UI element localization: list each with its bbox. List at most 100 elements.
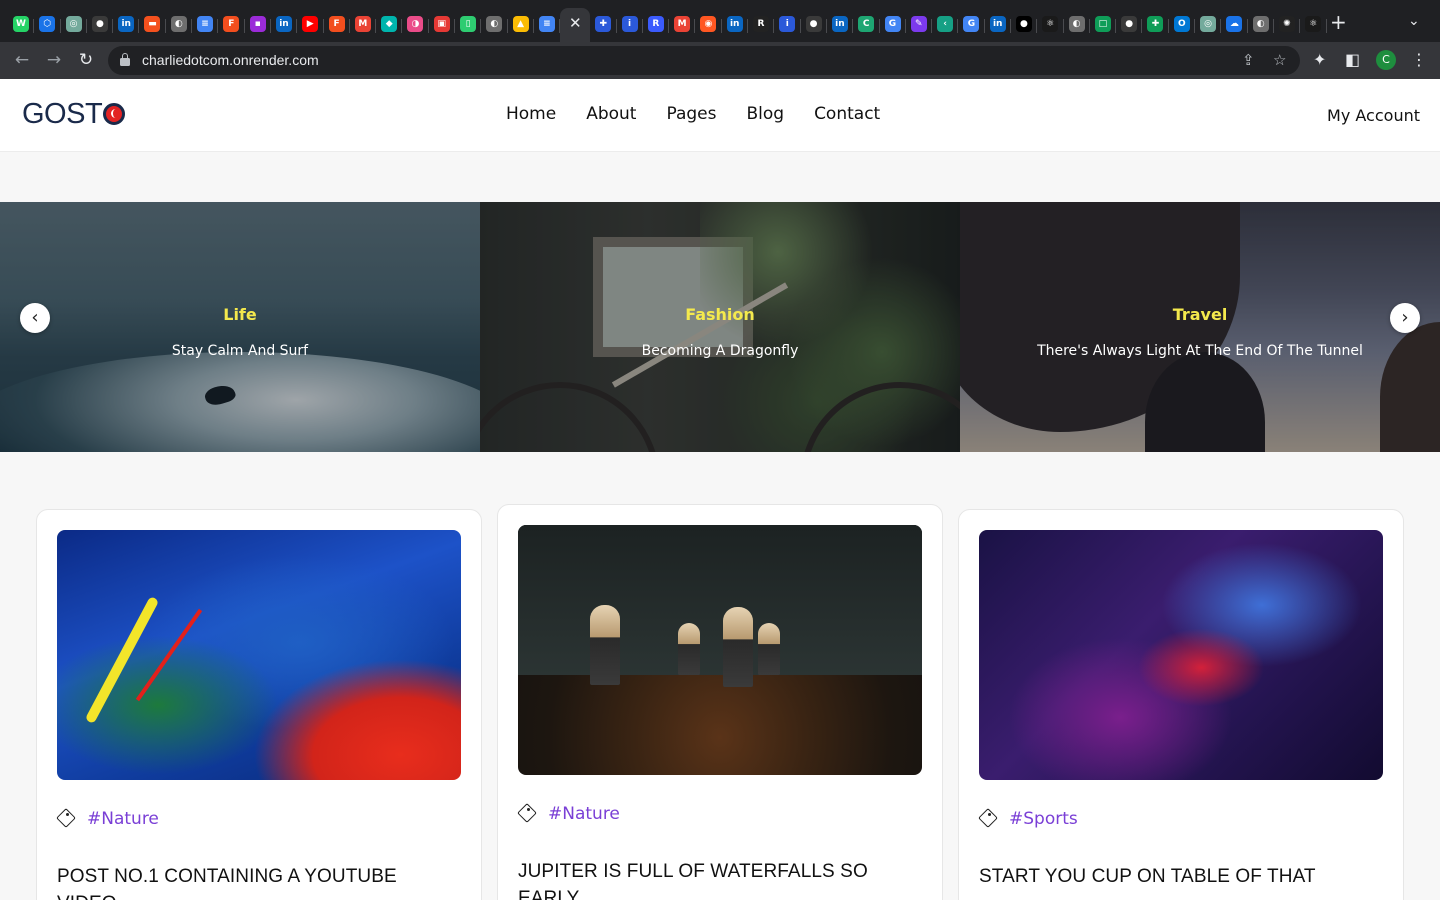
slide-fashion[interactable]: Fashion Becoming A Dragonfly xyxy=(480,202,960,452)
browser-tab[interactable]: ▪ xyxy=(245,8,271,42)
share-icon[interactable]: ⇪ xyxy=(1242,51,1255,69)
nav-pages[interactable]: Pages xyxy=(666,104,716,124)
slide-life[interactable]: Life Stay Calm And Surf xyxy=(0,202,480,452)
fluid-art-image[interactable] xyxy=(979,530,1383,780)
browser-tab[interactable]: ≡ xyxy=(192,8,219,42)
url-text[interactable]: charliedotcom.onrender.com xyxy=(142,52,319,68)
my-account-link[interactable]: My Account xyxy=(1327,106,1420,125)
browser-tab[interactable]: ◐ xyxy=(481,8,508,42)
browser-tab[interactable]: in xyxy=(827,8,854,42)
slide-title[interactable]: There's Always Light At The End Of The T… xyxy=(960,343,1440,359)
forward-icon[interactable]: → xyxy=(44,50,64,70)
slide-category[interactable]: Travel xyxy=(960,305,1440,324)
nav-home[interactable]: Home xyxy=(506,104,556,124)
new-tab-icon[interactable]: + xyxy=(1330,12,1347,32)
browser-tab[interactable]: ☁ xyxy=(1221,8,1248,42)
browser-tab[interactable]: ◉ xyxy=(695,8,722,42)
browser-tab[interactable]: ⚛ xyxy=(1300,8,1327,42)
post-tag[interactable]: #Nature xyxy=(87,809,159,829)
browser-tab[interactable]: C xyxy=(853,8,880,42)
browser-tab[interactable]: ◐ xyxy=(1248,8,1274,42)
close-icon[interactable]: ✕ xyxy=(567,15,583,31)
chevron-left-icon[interactable]: ‹ xyxy=(20,303,50,333)
slide-title[interactable]: Stay Calm And Surf xyxy=(0,343,480,359)
browser-tab[interactable]: R xyxy=(748,8,775,42)
browser-tab[interactable]: ▲ xyxy=(508,8,534,42)
browser-tab[interactable]: ✕ xyxy=(560,8,591,42)
browser-tab[interactable]: ▬ xyxy=(139,8,166,42)
post-title[interactable]: START YOU CUP ON TABLE OF THAT xyxy=(979,863,1379,890)
browser-tab[interactable]: M xyxy=(669,8,696,42)
browser-tab[interactable]: ▯ xyxy=(455,8,482,42)
browser-tab[interactable]: i xyxy=(617,8,643,42)
browser-tab[interactable]: in xyxy=(113,8,140,42)
post-tag[interactable]: #Sports xyxy=(1009,809,1078,829)
browser-tab[interactable]: ▶ xyxy=(297,8,324,42)
browser-tab[interactable]: ✚ xyxy=(590,8,617,42)
slide-category[interactable]: Life xyxy=(0,305,480,324)
browser-tab[interactable]: in xyxy=(985,8,1011,42)
back-icon[interactable]: ← xyxy=(12,50,32,70)
browser-tab[interactable]: in xyxy=(271,8,298,42)
browser-tab-strip: W ⬡ ◎ ● in ▬ ◐ ≡ F ▪ in ▶ F M ◆ ◑ ▣ ▯ ◐ ▲ ≡ ✕ ✚ i R M ◉ in Ri ● in C G ✎ ‹… xyxy=(0,0,1440,42)
address-bar[interactable]: charliedotcom.onrender.com ⇪ ☆ xyxy=(108,46,1300,75)
post-card[interactable]: #Nature JUPITER IS FULL OF WATERFALLS SO… xyxy=(497,504,943,900)
profile-avatar[interactable]: C xyxy=(1376,50,1396,70)
browser-tab[interactable]: □ xyxy=(1090,8,1117,42)
post-card[interactable]: #Nature POST NO.1 CONTAINING A YOUTUBE V… xyxy=(36,509,482,900)
browser-tab[interactable]: ⚛ xyxy=(1037,8,1064,42)
browser-tab[interactable]: ⬡ xyxy=(34,8,61,42)
slides-icon: ▬ xyxy=(144,16,161,32)
browser-tab[interactable]: ▣ xyxy=(429,8,456,42)
browser-tab[interactable]: ◐ xyxy=(166,8,193,42)
browser-tab[interactable]: ● xyxy=(1011,8,1038,42)
menu-kebab-icon[interactable]: ⋮ xyxy=(1411,50,1427,70)
browser-tab[interactable]: O xyxy=(1169,8,1196,42)
slide-category[interactable]: Fashion xyxy=(480,305,960,324)
browser-tab[interactable]: F xyxy=(218,8,245,42)
browser-tab[interactable]: M xyxy=(350,8,377,42)
browser-tab[interactable]: i xyxy=(774,8,801,42)
side-panel-icon[interactable]: ◧ xyxy=(1345,50,1360,70)
browser-tab[interactable]: ● xyxy=(87,8,114,42)
tab-search-icon[interactable]: ⌄ xyxy=(1408,13,1420,29)
nav-contact[interactable]: Contact xyxy=(814,104,880,124)
browser-tab[interactable]: W xyxy=(8,8,35,42)
post-title[interactable]: JUPITER IS FULL OF WATERFALLS SO EARLY xyxy=(518,858,918,900)
browser-tab[interactable]: ● xyxy=(1116,8,1143,42)
browser-tab[interactable]: in xyxy=(722,8,749,42)
browser-tab[interactable]: ● xyxy=(801,8,827,42)
bookmark-star-icon[interactable]: ☆ xyxy=(1273,51,1286,69)
museum-gallery-image[interactable] xyxy=(518,525,922,775)
post-title[interactable]: POST NO.1 CONTAINING A YOUTUBE VIDEO xyxy=(57,863,457,900)
browser-tab[interactable]: ◆ xyxy=(376,8,403,42)
browser-tab[interactable]: ✺ xyxy=(1274,8,1301,42)
site-logo[interactable]: GOST xyxy=(22,97,126,131)
browser-tab[interactable]: R xyxy=(643,8,670,42)
browser-tab[interactable]: ◐ xyxy=(1064,8,1090,42)
linkedin-icon: in xyxy=(275,16,292,32)
post-tag[interactable]: #Nature xyxy=(548,804,620,824)
browser-tab[interactable]: F xyxy=(324,8,350,42)
browser-tab[interactable]: G xyxy=(880,8,906,42)
post-card[interactable]: #Sports START YOU CUP ON TABLE OF THAT xyxy=(958,509,1404,900)
lock-icon[interactable] xyxy=(120,53,130,66)
reload-icon[interactable]: ↻ xyxy=(76,50,96,70)
browser-tab[interactable]: ✚ xyxy=(1142,8,1169,42)
chevron-right-icon[interactable]: › xyxy=(1390,303,1420,333)
browser-tab[interactable]: ◎ xyxy=(1195,8,1222,42)
circle-icon: C xyxy=(858,16,875,32)
browser-tab[interactable]: ‹ xyxy=(932,8,959,42)
extensions-icon[interactable]: ✦ xyxy=(1313,50,1326,70)
browser-tab[interactable]: ◎ xyxy=(61,8,87,42)
browser-tab[interactable]: ≡ xyxy=(534,8,561,42)
browser-tab[interactable]: ◑ xyxy=(402,8,429,42)
abstract-paint-image[interactable] xyxy=(57,530,461,780)
browser-tab[interactable]: ✎ xyxy=(906,8,933,42)
linkedin-icon: in xyxy=(726,16,743,32)
browser-tab[interactable]: G xyxy=(958,8,985,42)
slide-travel[interactable]: Travel There's Always Light At The End O… xyxy=(960,202,1440,452)
nav-about[interactable]: About xyxy=(586,104,636,124)
slide-title[interactable]: Becoming A Dragonfly xyxy=(480,343,960,359)
nav-blog[interactable]: Blog xyxy=(746,104,784,124)
